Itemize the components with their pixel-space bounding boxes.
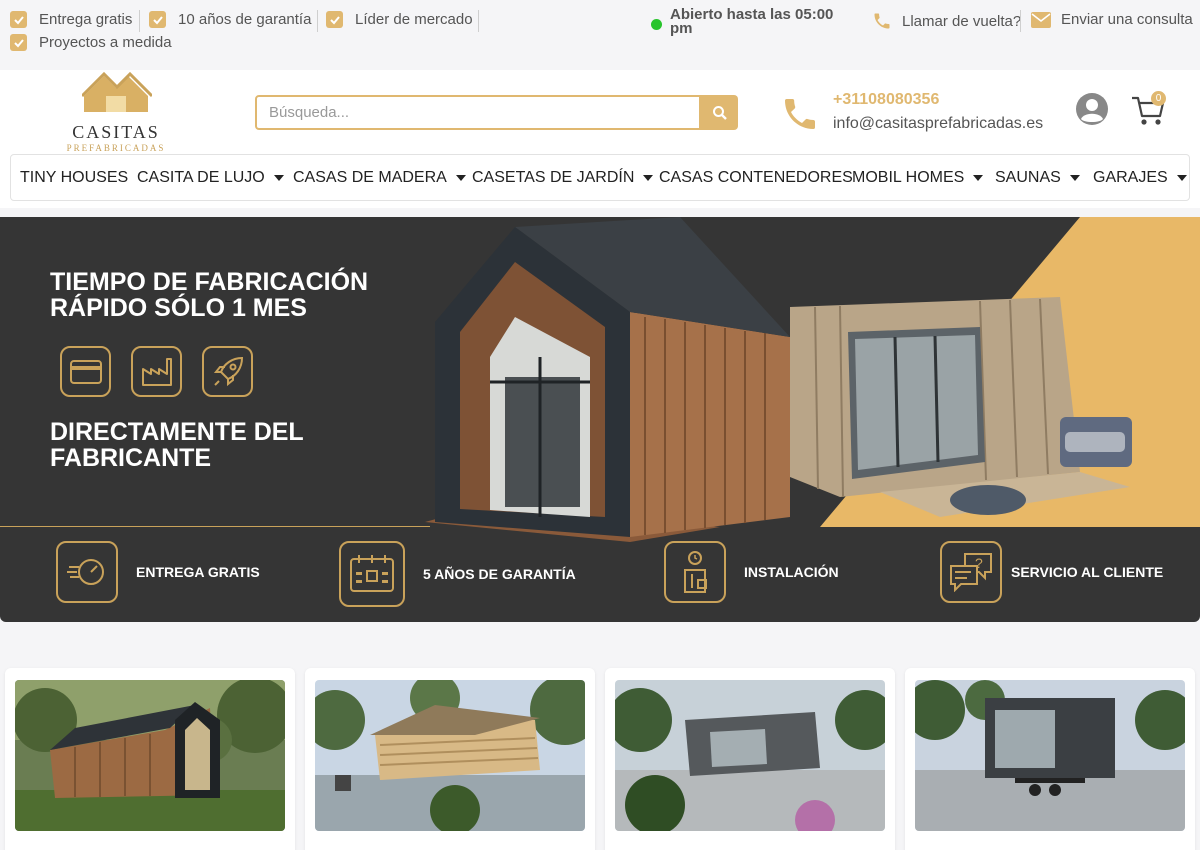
- chevron-down-icon: [643, 175, 654, 181]
- email-address[interactable]: info@casitasprefabricadas.es: [833, 115, 1043, 133]
- usp-label: Proyectos a medida: [39, 34, 172, 51]
- usp-warranty: 10 años de garantía: [149, 11, 311, 28]
- logo-house-icon: [82, 71, 152, 112]
- usp-label: Entrega gratis: [39, 11, 133, 28]
- search-form: [255, 95, 738, 130]
- feature-label-installation: INSTALACIÓN: [744, 564, 839, 580]
- opening-hours: Abierto hasta las 05:00 pm: [670, 6, 834, 37]
- usp-label: 10 años de garantía: [178, 11, 312, 28]
- usp-label: Líder de mercado: [355, 11, 473, 28]
- feature-label-delivery: ENTREGA GRATIS: [136, 564, 260, 580]
- top-bar: Entrega gratis 10 años de garantía Líder…: [0, 0, 1200, 70]
- header: CASITAS PREFABRICADAS +31108080356 info@…: [0, 70, 1200, 208]
- nav-item-garajes[interactable]: GARAJES: [1093, 169, 1187, 187]
- nav-item-mobil-homes[interactable]: MOBIL HOMES: [852, 169, 984, 187]
- nav-label: TINY HOUSES: [20, 169, 129, 186]
- hero-headline: TIEMPO DE FABRICACIÓN RÁPIDO SÓLO 1 MES: [50, 268, 369, 322]
- open-status-dot: [651, 19, 662, 30]
- hero-divider: [0, 526, 430, 527]
- nav-label: SAUNAS: [995, 169, 1061, 186]
- nav-item-casetas-de-jardin[interactable]: CASETAS DE JARDÍN: [472, 169, 654, 187]
- product-image[interactable]: [915, 680, 1185, 831]
- hero-subheadline: DIRECTAMENTE DEL FABRICANTE: [50, 418, 304, 472]
- chevron-down-icon: [273, 175, 284, 181]
- usp-market-leader: Líder de mercado: [326, 11, 473, 28]
- enquiry-link[interactable]: Enviar una consulta: [1031, 11, 1193, 28]
- logo-subtitle: PREFABRICADAS: [66, 143, 166, 153]
- nav-item-saunas[interactable]: SAUNAS: [995, 169, 1080, 187]
- phone-icon: [874, 13, 890, 29]
- product-card[interactable]: [605, 668, 895, 850]
- check-icon: [10, 11, 27, 28]
- customer-service-icon: ?: [940, 541, 1002, 603]
- product-card[interactable]: [905, 668, 1195, 850]
- search-input[interactable]: [255, 95, 701, 130]
- product-card[interactable]: [305, 668, 595, 850]
- hero-banner: TIEMPO DE FABRICACIÓN RÁPIDO SÓLO 1 MES …: [0, 217, 1200, 622]
- search-button[interactable]: [701, 95, 738, 130]
- nav-label: CASITA DE LUJO: [137, 169, 265, 186]
- nav-label: CASAS DE MADERA: [293, 169, 447, 186]
- nav-label: CASAS CONTENEDORES: [659, 169, 853, 186]
- chevron-down-icon: [1176, 175, 1187, 181]
- nav-label: GARAJES: [1093, 169, 1168, 186]
- nav-item-casas-contenedores[interactable]: CASAS CONTENEDORES: [659, 169, 853, 187]
- enquiry-label: Enviar una consulta: [1061, 11, 1193, 28]
- product-image[interactable]: [315, 680, 585, 831]
- logo-name: CASITAS: [72, 122, 160, 142]
- chevron-down-icon: [455, 175, 466, 181]
- envelope-icon: [1031, 11, 1051, 28]
- check-icon: [149, 11, 166, 28]
- rocket-icon: [202, 346, 253, 397]
- nav-item-tiny-houses[interactable]: TINY HOUSES: [20, 169, 128, 187]
- product-image[interactable]: [15, 680, 285, 831]
- usp-free-delivery: Entrega gratis: [10, 11, 132, 28]
- phone-number[interactable]: +31108080356: [833, 91, 939, 109]
- search-icon: [712, 105, 727, 120]
- logo[interactable]: CASITAS PREFABRICADAS: [66, 70, 166, 154]
- chevron-down-icon: [1069, 175, 1080, 181]
- nav-label: MOBIL HOMES: [852, 169, 965, 186]
- nav-item-casita-de-lujo[interactable]: CASITA DE LUJO: [137, 169, 284, 187]
- installer-icon: [664, 541, 726, 603]
- usp-custom-projects: Proyectos a medida: [10, 34, 172, 51]
- check-icon: [10, 34, 27, 51]
- user-account-icon[interactable]: [1075, 92, 1109, 126]
- cart-count-badge: 0: [1151, 91, 1166, 106]
- calendar-icon: [339, 541, 405, 607]
- nav-label: CASETAS DE JARDÍN: [472, 169, 635, 186]
- houses-illustration: [425, 217, 1132, 542]
- factory-icon: [131, 346, 182, 397]
- phone-icon: [785, 99, 815, 129]
- product-card[interactable]: [5, 668, 295, 850]
- fast-delivery-icon: [56, 541, 118, 603]
- feature-label-customer-service: SERVICIO AL CLIENTE: [1011, 564, 1164, 580]
- feature-label-warranty: 5 AÑOS DE GARANTÍA: [423, 566, 576, 582]
- check-icon: [326, 11, 343, 28]
- main-nav: TINY HOUSES CASITA DE LUJO CASAS DE MADE…: [10, 154, 1190, 201]
- callback-link[interactable]: Llamar de vuelta?: [872, 11, 1021, 31]
- nav-item-casas-de-madera[interactable]: CASAS DE MADERA: [293, 169, 466, 187]
- callback-label: Llamar de vuelta?: [902, 12, 1022, 30]
- card-payment-icon: [60, 346, 111, 397]
- product-image[interactable]: [615, 680, 885, 831]
- chevron-down-icon: [973, 175, 984, 181]
